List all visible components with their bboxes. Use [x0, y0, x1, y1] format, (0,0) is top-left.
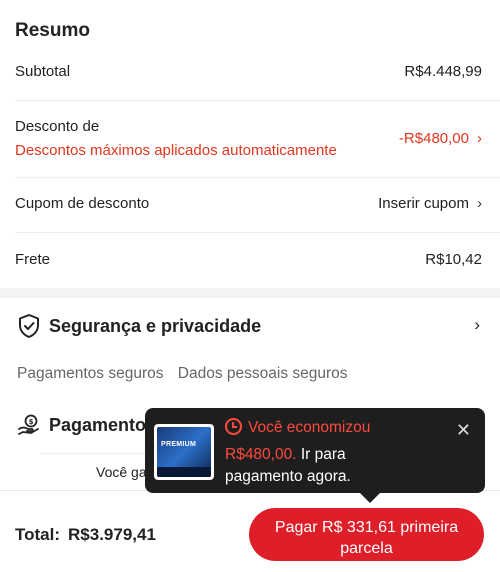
total-label: Total:	[15, 525, 61, 544]
tag-secure-data: Dados pessoais seguros	[177, 365, 348, 382]
divider	[15, 232, 500, 233]
product-thumbnail: PREMIUM	[154, 424, 214, 480]
chevron-right-icon: ›	[477, 195, 482, 212]
hand-coin-icon: $	[18, 414, 39, 435]
chevron-right-icon[interactable]: ›	[474, 315, 480, 335]
shipping-label: Frete	[15, 251, 51, 268]
order-summary: Resumo Subtotal R$4.448,99 Desconto de D…	[0, 0, 500, 288]
insert-coupon-link[interactable]: Inserir cupom ›	[378, 195, 482, 212]
shipping-row: Frete R$10,42	[15, 251, 482, 268]
total-value: R$3.979,41	[68, 525, 156, 544]
insert-coupon-label: Inserir cupom	[378, 195, 469, 212]
shipping-value: R$10,42	[425, 251, 482, 268]
tag-secure-payments: Pagamentos seguros	[17, 365, 164, 382]
thumbnail-brand: PREMIUM	[161, 441, 197, 448]
close-icon[interactable]: ✕	[456, 420, 471, 441]
discount-label: Desconto de	[15, 118, 100, 135]
summary-title: Resumo	[15, 20, 90, 41]
discount-row[interactable]: Desconto de Descontos máximos aplicados …	[15, 118, 482, 159]
discount-value: -R$480,00	[398, 130, 469, 147]
total: Total: R$3.979,41	[15, 525, 156, 545]
clock-icon	[225, 418, 242, 435]
coupon-label: Cupom de desconto	[15, 195, 150, 212]
security-title[interactable]: Segurança e privacidade	[49, 316, 261, 337]
coupon-row[interactable]: Cupom de desconto Inserir cupom ›	[15, 195, 482, 212]
svg-text:$: $	[29, 418, 34, 426]
subtotal-value: R$4.448,99	[404, 63, 482, 80]
subtotal-row: Subtotal R$4.448,99	[15, 63, 482, 80]
savings-headline: Você economizou	[225, 418, 370, 437]
savings-headline-text: Você economizou	[248, 419, 371, 436]
subtotal-label: Subtotal	[15, 63, 71, 80]
savings-tooltip[interactable]: PREMIUM Você economizou R$480,00. Ir par…	[145, 408, 485, 503]
shield-check-icon	[19, 314, 39, 338]
savings-amount: R$480,00.	[225, 446, 297, 463]
payment-title: Pagamento	[49, 415, 147, 435]
section-gap	[0, 288, 500, 298]
pay-button[interactable]: Pagar R$ 331,61 primeira parcela	[249, 508, 484, 561]
divider	[15, 100, 500, 101]
savings-message: R$480,00. Ir para pagamento agora.	[225, 444, 425, 488]
chevron-right-icon: ›	[477, 130, 482, 147]
discount-value-group[interactable]: -R$480,00 ›	[399, 130, 482, 147]
divider	[15, 177, 500, 178]
checkout-footer: Total: R$3.979,41 Pagar R$ 331,61 primeir…	[0, 490, 500, 572]
security-tags: Pagamentos seguros Dados pessoais seguro…	[17, 365, 358, 383]
